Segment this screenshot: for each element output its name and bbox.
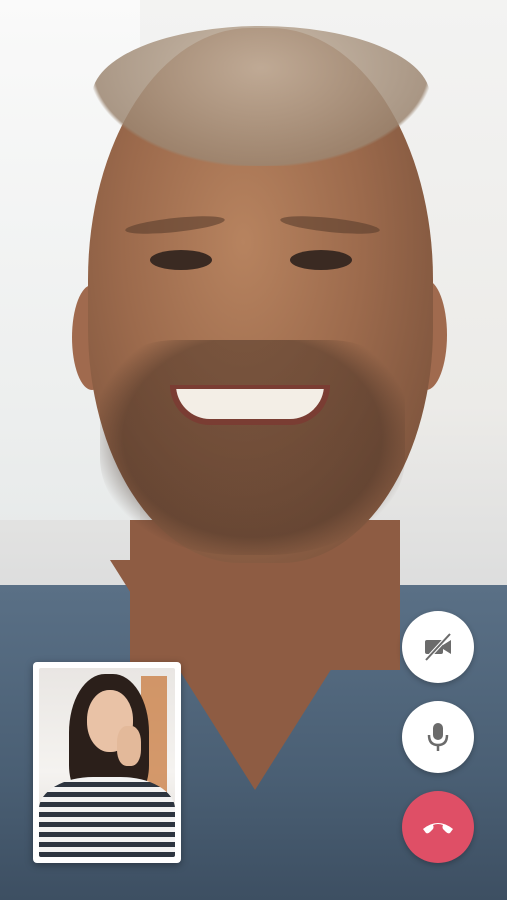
phone-hangup-icon [423, 823, 453, 834]
video-off-icon [424, 632, 452, 662]
mute-microphone-button[interactable] [402, 701, 474, 773]
end-call-button[interactable] [402, 791, 474, 863]
local-video [39, 668, 175, 857]
microphone-icon [427, 723, 449, 751]
video-call-screen [0, 0, 507, 900]
camera-off-button[interactable] [402, 611, 474, 683]
self-view-preview[interactable] [33, 662, 181, 863]
